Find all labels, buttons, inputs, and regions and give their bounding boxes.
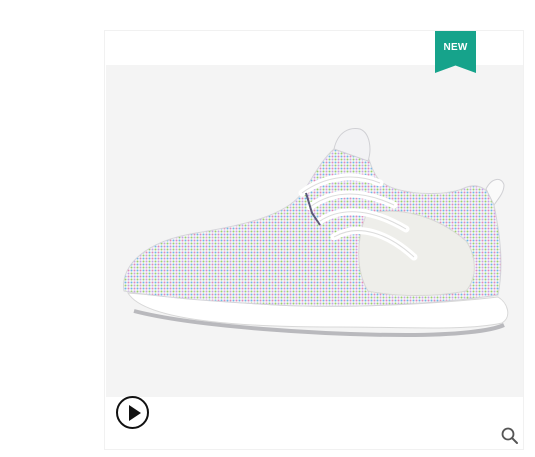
new-badge-label: NEW (443, 42, 468, 53)
product-gallery-card: NEW (104, 30, 524, 450)
sneaker-image (123, 128, 509, 338)
play-icon (129, 405, 141, 421)
zoom-button[interactable] (500, 426, 520, 446)
play-video-button[interactable] (116, 396, 149, 429)
magnifier-icon (501, 427, 518, 444)
product-image[interactable] (106, 65, 523, 397)
